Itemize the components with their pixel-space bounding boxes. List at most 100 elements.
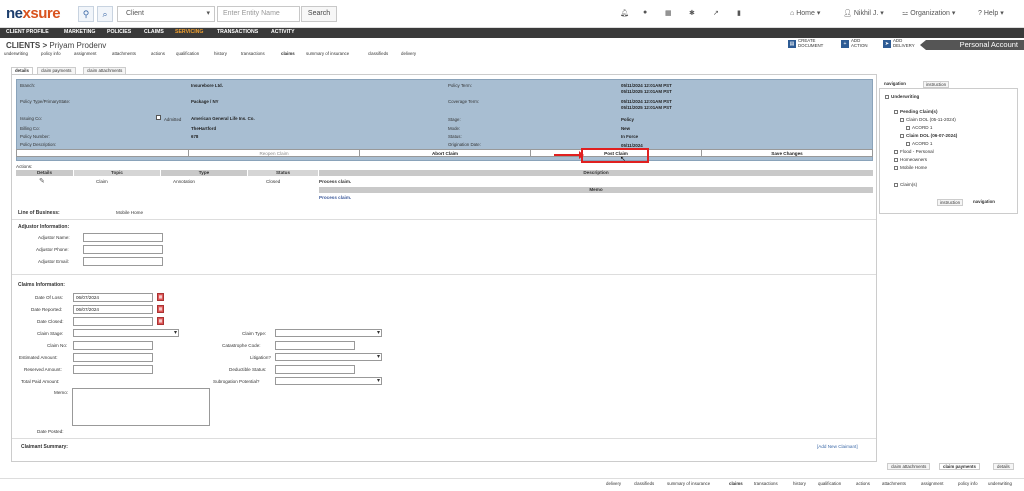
nav-claims[interactable]: CLAIMS [144,29,164,35]
reserved-amount-input[interactable] [73,365,153,374]
nav-client-profile[interactable]: CLIENT PROFILE [6,29,49,35]
chat-icon[interactable]: ● [643,9,647,16]
search-button[interactable]: Search [301,6,337,22]
brand-logo[interactable]: nexsure [6,5,61,22]
calendar-icon[interactable]: ▦ [157,305,164,313]
bottom-tab-claim-attachments[interactable]: claim attachments [887,463,931,470]
litigation-select[interactable] [275,353,382,361]
tree-mobile-home[interactable]: Mobile Home [894,165,927,170]
subtab-history[interactable]: history [214,51,227,56]
action-details-icon[interactable]: ✎ [39,177,45,185]
actions-table: Details Topic Type Status Description ✎ … [16,170,873,202]
tree-pending-claims[interactable]: Pending Claim(s) [894,109,938,114]
deductible-status-input[interactable] [275,365,355,374]
add-new-claimant-link[interactable]: [Add New Claimant] [817,444,858,449]
admitted-checkbox[interactable] [156,115,161,121]
footer-tab-delivery[interactable]: delivery [606,481,621,486]
footer-tab-qualification[interactable]: qualification [818,481,841,486]
footer-tab-claims[interactable]: claims [729,481,743,486]
tree-acord-1b[interactable]: ACORD 1 [906,141,932,146]
nav-policies[interactable]: POLICIES [107,29,131,35]
subtab-transactions[interactable]: transactions [241,51,265,56]
subtab-classifieds[interactable]: classifieds [368,51,388,56]
tree-homeowners[interactable]: Homeowners [894,157,927,162]
bottom-tab-details[interactable]: details [993,463,1014,470]
subtab-assignment[interactable]: assignment [74,51,96,56]
footer-tab-history[interactable]: history [793,481,806,486]
breadcrumb-section[interactable]: CLIENTS [6,41,40,50]
footer-tab-transactions[interactable]: transactions [754,481,778,486]
adjustor-phone-input[interactable] [83,245,163,254]
tree-claim-dol-2[interactable]: Claim DOL (06-07-2024) [900,133,957,138]
calendar-icon[interactable]: ▦ [157,293,164,301]
nav-activity[interactable]: ACTIVITY [271,29,295,35]
organization-menu[interactable]: ⚍ Organization ▾ [902,9,955,17]
tree-underwriting[interactable]: Underwriting [885,94,919,99]
help-menu[interactable]: ? Help ▾ [978,9,1004,17]
estimated-amount-input[interactable] [73,353,153,362]
subtab-claims[interactable]: claims [281,51,295,56]
tree-claims[interactable]: Claim(s) [894,182,917,187]
nav-transactions[interactable]: TRANSACTIONS [217,29,258,35]
bottom-tab-claim-payments[interactable]: claim payments [939,463,980,470]
footer-tab-attachments[interactable]: attachments [882,481,906,486]
subtab-actions[interactable]: actions [151,51,165,56]
date-closed-input[interactable] [73,317,153,326]
subtab-summary-of-insurance[interactable]: summary of insurance [306,51,349,56]
subtab-delivery[interactable]: delivery [401,51,416,56]
claim-no-input[interactable] [73,341,153,350]
side-tab-navigation[interactable]: navigation [884,81,906,86]
adjustor-email-input[interactable] [83,257,163,266]
external-link-icon[interactable]: ↗ [713,9,719,17]
claim-type-select[interactable] [275,329,382,337]
reopen-claim-button[interactable]: Reopen Claim [189,150,360,156]
side-bottom-tab-instruction[interactable]: instruction [937,199,964,206]
tab-claim-payments[interactable]: claim payments [37,67,76,74]
entity-search-input[interactable]: Enter Entity Name [217,6,300,22]
create-document-button[interactable]: ▤ CREATE DOCUMENT [788,38,823,48]
add-action-button[interactable]: + ADD ACTION [841,38,868,48]
footer-tab-classifieds[interactable]: classifieds [634,481,654,486]
date-closed-label: Date Closed: [37,319,64,324]
subtab-qualification[interactable]: qualification [176,51,199,56]
tree-claim-dol-1[interactable]: Claim DOL (05-11-2024) [900,117,956,122]
tab-claim-attachments[interactable]: claim attachments [83,67,127,74]
tab-details[interactable]: details [11,67,33,74]
footer-tab-underwriting[interactable]: underwriting [988,481,1012,486]
asterisk-icon[interactable]: ✱ [689,9,695,17]
subtab-attachments[interactable]: attachments [112,51,136,56]
search-icon[interactable]: ⌕ [97,6,113,22]
binoculars-icon[interactable]: ⚲ [78,6,94,22]
side-bottom-tab-navigation[interactable]: navigation [973,199,995,204]
memo-textarea[interactable] [72,388,210,426]
organization-label: Organization [910,10,950,17]
date-of-loss-input[interactable]: 06/07/2024 [73,293,153,302]
entity-type-select[interactable]: Client ▾ [117,6,215,22]
adjustor-name-input[interactable] [83,233,163,242]
user-menu[interactable]: 👤︎ Nikhil J. ▾ [843,9,884,17]
bookmark-icon[interactable]: ▮ [737,9,741,17]
date-reported-input[interactable]: 06/07/2024 [73,305,153,314]
tree-acord-1a[interactable]: ACORD 1 [906,125,932,130]
subrogation-potential-select[interactable] [275,377,382,385]
side-tab-instruction[interactable]: instruction [923,81,950,88]
footer-tab-assignment[interactable]: assignment [921,481,943,486]
catastrophe-code-input[interactable] [275,341,355,350]
subtab-underwriting[interactable]: underwriting [4,51,28,56]
footer-tab-policy-info[interactable]: policy info [958,481,978,486]
grid-icon[interactable]: ▦ [665,9,672,17]
add-delivery-button[interactable]: ➤ ADD DELIVERY [883,38,915,48]
tree-flood-personal[interactable]: Flood - Personal [894,149,934,154]
calendar-icon[interactable]: ▦ [157,317,164,325]
footer-tab-summary-of-insurance[interactable]: summary of insurance [667,481,710,486]
bell-icon[interactable]: 🔔︎ [620,9,629,17]
abort-claim-button[interactable]: Abort Claim [360,150,531,156]
footer-tabs: delivery classifieds summary of insuranc… [0,478,1024,491]
nav-marketing[interactable]: MARKETING [64,29,95,35]
home-menu[interactable]: ⌂ Home ▾ [790,9,820,17]
save-changes-button[interactable]: Save Changes [702,150,872,156]
claim-stage-select[interactable] [73,329,179,337]
nav-servicing[interactable]: SERVICING [175,29,203,35]
footer-tab-actions[interactable]: actions [856,481,870,486]
subtab-policy-info[interactable]: policy info [41,51,61,56]
